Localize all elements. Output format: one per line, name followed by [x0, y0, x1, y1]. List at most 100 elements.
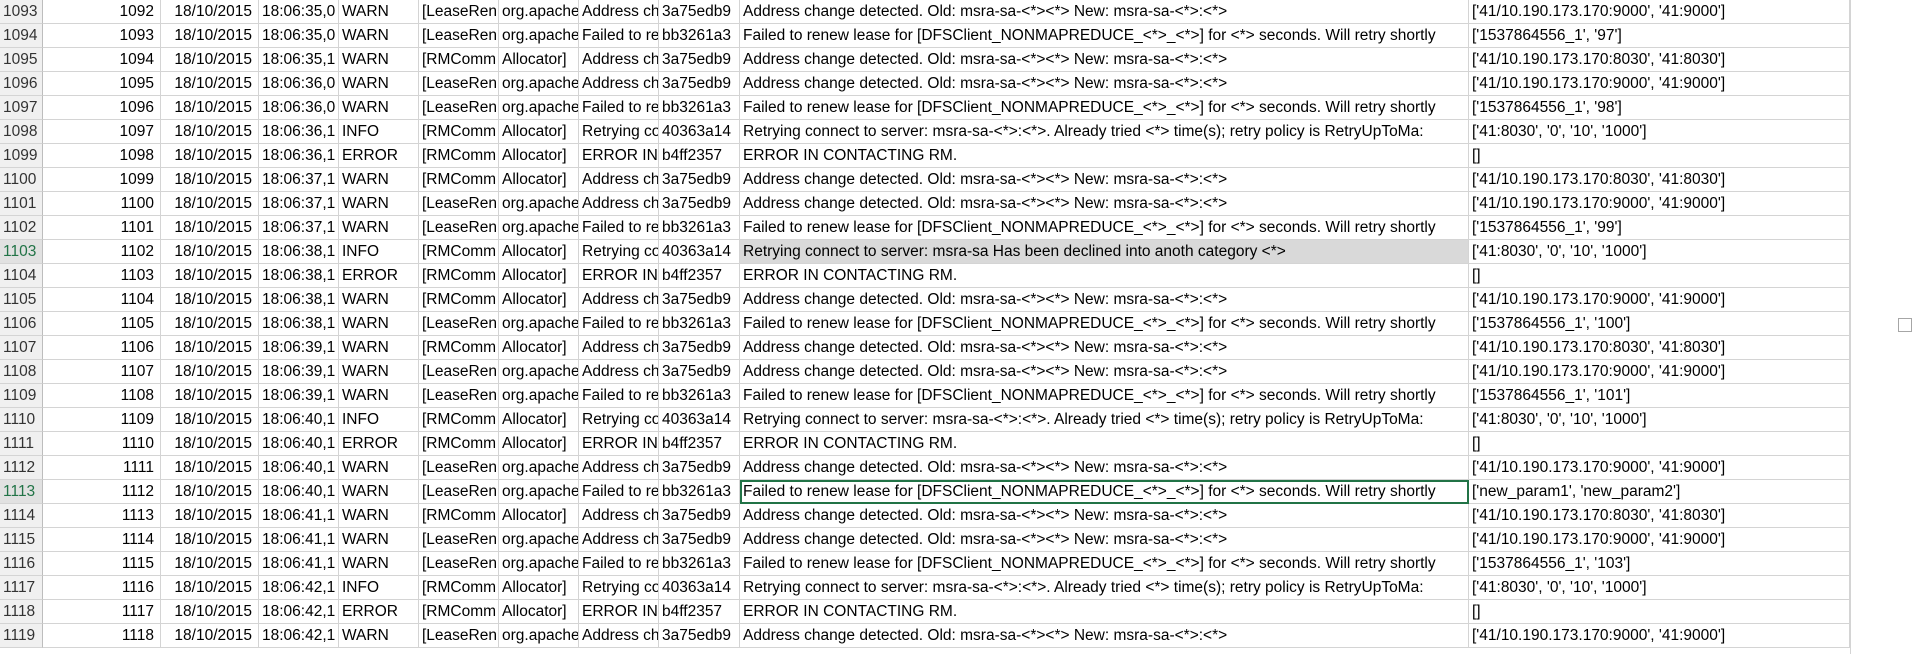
cell-params[interactable]: []: [1469, 432, 1850, 456]
cell-params[interactable]: ['41/10.190.173.170:8030', '41:8030']: [1469, 504, 1850, 528]
cell-message[interactable]: Address change detected. Old: msra-sa-<*…: [740, 360, 1469, 384]
cell-thread[interactable]: [RMComm: [419, 168, 499, 192]
row-header[interactable]: 1097: [0, 96, 43, 120]
cell-id[interactable]: 1108: [43, 384, 161, 408]
cell-message[interactable]: Retrying connect to server: msra-sa-<*>:…: [740, 120, 1469, 144]
cell-hash[interactable]: 3a75edb9: [659, 168, 740, 192]
cell-thread[interactable]: [LeaseRen: [419, 528, 499, 552]
cell-id[interactable]: 1107: [43, 360, 161, 384]
cell-time[interactable]: 18:06:35,1: [259, 48, 339, 72]
cell-time[interactable]: 18:06:35,0: [259, 24, 339, 48]
cell-template-short[interactable]: Failed to re: [579, 552, 659, 576]
cell-time[interactable]: 18:06:36,0: [259, 96, 339, 120]
cell-thread[interactable]: [LeaseRen: [419, 384, 499, 408]
cell-thread[interactable]: [RMComm: [419, 288, 499, 312]
cell-template-short[interactable]: Retrying co: [579, 240, 659, 264]
cell-hash[interactable]: b4ff2357: [659, 144, 740, 168]
cell-level[interactable]: WARN: [339, 216, 419, 240]
cell-params[interactable]: ['1537864556_1', '99']: [1469, 216, 1850, 240]
cell-template-short[interactable]: Address ch: [579, 192, 659, 216]
cell-message[interactable]: Address change detected. Old: msra-sa-<*…: [740, 0, 1469, 24]
cell-params[interactable]: ['41/10.190.173.170:9000', '41:9000']: [1469, 72, 1850, 96]
cell-params[interactable]: ['41/10.190.173.170:8030', '41:8030']: [1469, 168, 1850, 192]
cell-id[interactable]: 1104: [43, 288, 161, 312]
row-header[interactable]: 1104: [0, 264, 43, 288]
spreadsheet-grid[interactable]: 1093 1092 18/10/2015 18:06:35,0 WARN [LeaseRe…: [0, 0, 1914, 654]
cell-message[interactable]: Address change detected. Old: msra-sa-<*…: [740, 456, 1469, 480]
cell-level[interactable]: WARN: [339, 48, 419, 72]
cell-thread[interactable]: [RMComm: [419, 120, 499, 144]
cell-time[interactable]: 18:06:41,1: [259, 528, 339, 552]
cell-class[interactable]: Allocator]: [499, 120, 579, 144]
cell-template-short[interactable]: Failed to re: [579, 480, 659, 504]
cell-params[interactable]: ['1537864556_1', '98']: [1469, 96, 1850, 120]
cell-message[interactable]: Address change detected. Old: msra-sa-<*…: [740, 168, 1469, 192]
cell-template-short[interactable]: Retrying co: [579, 576, 659, 600]
cell-hash[interactable]: b4ff2357: [659, 600, 740, 624]
cell-time[interactable]: 18:06:39,1: [259, 336, 339, 360]
cell-id[interactable]: 1112: [43, 480, 161, 504]
cell-message[interactable]: Failed to renew lease for [DFSClient_NON…: [740, 312, 1469, 336]
scroll-indicator[interactable]: [1898, 318, 1912, 332]
cell-thread[interactable]: [LeaseRen: [419, 360, 499, 384]
cell-date[interactable]: 18/10/2015: [161, 312, 259, 336]
cell-hash[interactable]: 3a75edb9: [659, 288, 740, 312]
cell-time[interactable]: 18:06:40,1: [259, 432, 339, 456]
cell-level[interactable]: WARN: [339, 168, 419, 192]
cell-time[interactable]: 18:06:42,1: [259, 600, 339, 624]
cell-class[interactable]: Allocator]: [499, 288, 579, 312]
cell-params[interactable]: ['41:8030', '0', '10', '1000']: [1469, 408, 1850, 432]
cell-thread[interactable]: [RMComm: [419, 336, 499, 360]
row-header[interactable]: 1110: [0, 408, 43, 432]
cell-date[interactable]: 18/10/2015: [161, 96, 259, 120]
cell-thread[interactable]: [LeaseRen: [419, 480, 499, 504]
cell-class[interactable]: org.apache: [499, 24, 579, 48]
row-header[interactable]: 1119: [0, 624, 43, 648]
cell-template-short[interactable]: ERROR IN: [579, 144, 659, 168]
cell-hash[interactable]: bb3261a3: [659, 480, 740, 504]
cell-date[interactable]: 18/10/2015: [161, 120, 259, 144]
cell-hash[interactable]: 3a75edb9: [659, 504, 740, 528]
row-header[interactable]: 1109: [0, 384, 43, 408]
cell-template-short[interactable]: Address ch: [579, 360, 659, 384]
cell-params[interactable]: ['41/10.190.173.170:9000', '41:9000']: [1469, 624, 1850, 648]
cell-level[interactable]: ERROR: [339, 264, 419, 288]
cell-date[interactable]: 18/10/2015: [161, 384, 259, 408]
cell-template-short[interactable]: Address ch: [579, 504, 659, 528]
cell-id[interactable]: 1115: [43, 552, 161, 576]
cell-time[interactable]: 18:06:36,1: [259, 144, 339, 168]
cell-params[interactable]: ['41/10.190.173.170:9000', '41:9000']: [1469, 0, 1850, 24]
cell-time[interactable]: 18:06:37,1: [259, 216, 339, 240]
cell-thread[interactable]: [LeaseRen: [419, 96, 499, 120]
cell-class[interactable]: org.apache: [499, 624, 579, 648]
cell-params[interactable]: []: [1469, 600, 1850, 624]
cell-id[interactable]: 1099: [43, 168, 161, 192]
cell-level[interactable]: WARN: [339, 312, 419, 336]
cell-class[interactable]: Allocator]: [499, 504, 579, 528]
cell-hash[interactable]: 40363a14: [659, 120, 740, 144]
cell-thread[interactable]: [LeaseRen: [419, 0, 499, 24]
cell-time[interactable]: 18:06:38,1: [259, 312, 339, 336]
cell-time[interactable]: 18:06:37,1: [259, 168, 339, 192]
cell-message[interactable]: Failed to renew lease for [DFSClient_NON…: [740, 384, 1469, 408]
cell-message[interactable]: Retrying connect to server: msra-sa-<*>:…: [740, 408, 1469, 432]
cell-class[interactable]: org.apache: [499, 456, 579, 480]
cell-thread[interactable]: [LeaseRen: [419, 216, 499, 240]
cell-time[interactable]: 18:06:42,1: [259, 576, 339, 600]
cell-date[interactable]: 18/10/2015: [161, 0, 259, 24]
cell-time[interactable]: 18:06:40,1: [259, 456, 339, 480]
cell-date[interactable]: 18/10/2015: [161, 624, 259, 648]
cell-hash[interactable]: 3a75edb9: [659, 48, 740, 72]
cell-message[interactable]: Retrying connect to server: msra-sa Has …: [740, 240, 1469, 264]
cell-level[interactable]: WARN: [339, 72, 419, 96]
cell-thread[interactable]: [RMComm: [419, 408, 499, 432]
cell-params[interactable]: []: [1469, 264, 1850, 288]
cell-class[interactable]: org.apache: [499, 96, 579, 120]
cell-id[interactable]: 1106: [43, 336, 161, 360]
cell-message[interactable]: Failed to renew lease for [DFSClient_NON…: [740, 216, 1469, 240]
cell-time[interactable]: 18:06:42,1: [259, 624, 339, 648]
cell-message[interactable]: Address change detected. Old: msra-sa-<*…: [740, 336, 1469, 360]
cell-class[interactable]: Allocator]: [499, 336, 579, 360]
row-header[interactable]: 1107: [0, 336, 43, 360]
row-header[interactable]: 1111: [0, 432, 43, 456]
